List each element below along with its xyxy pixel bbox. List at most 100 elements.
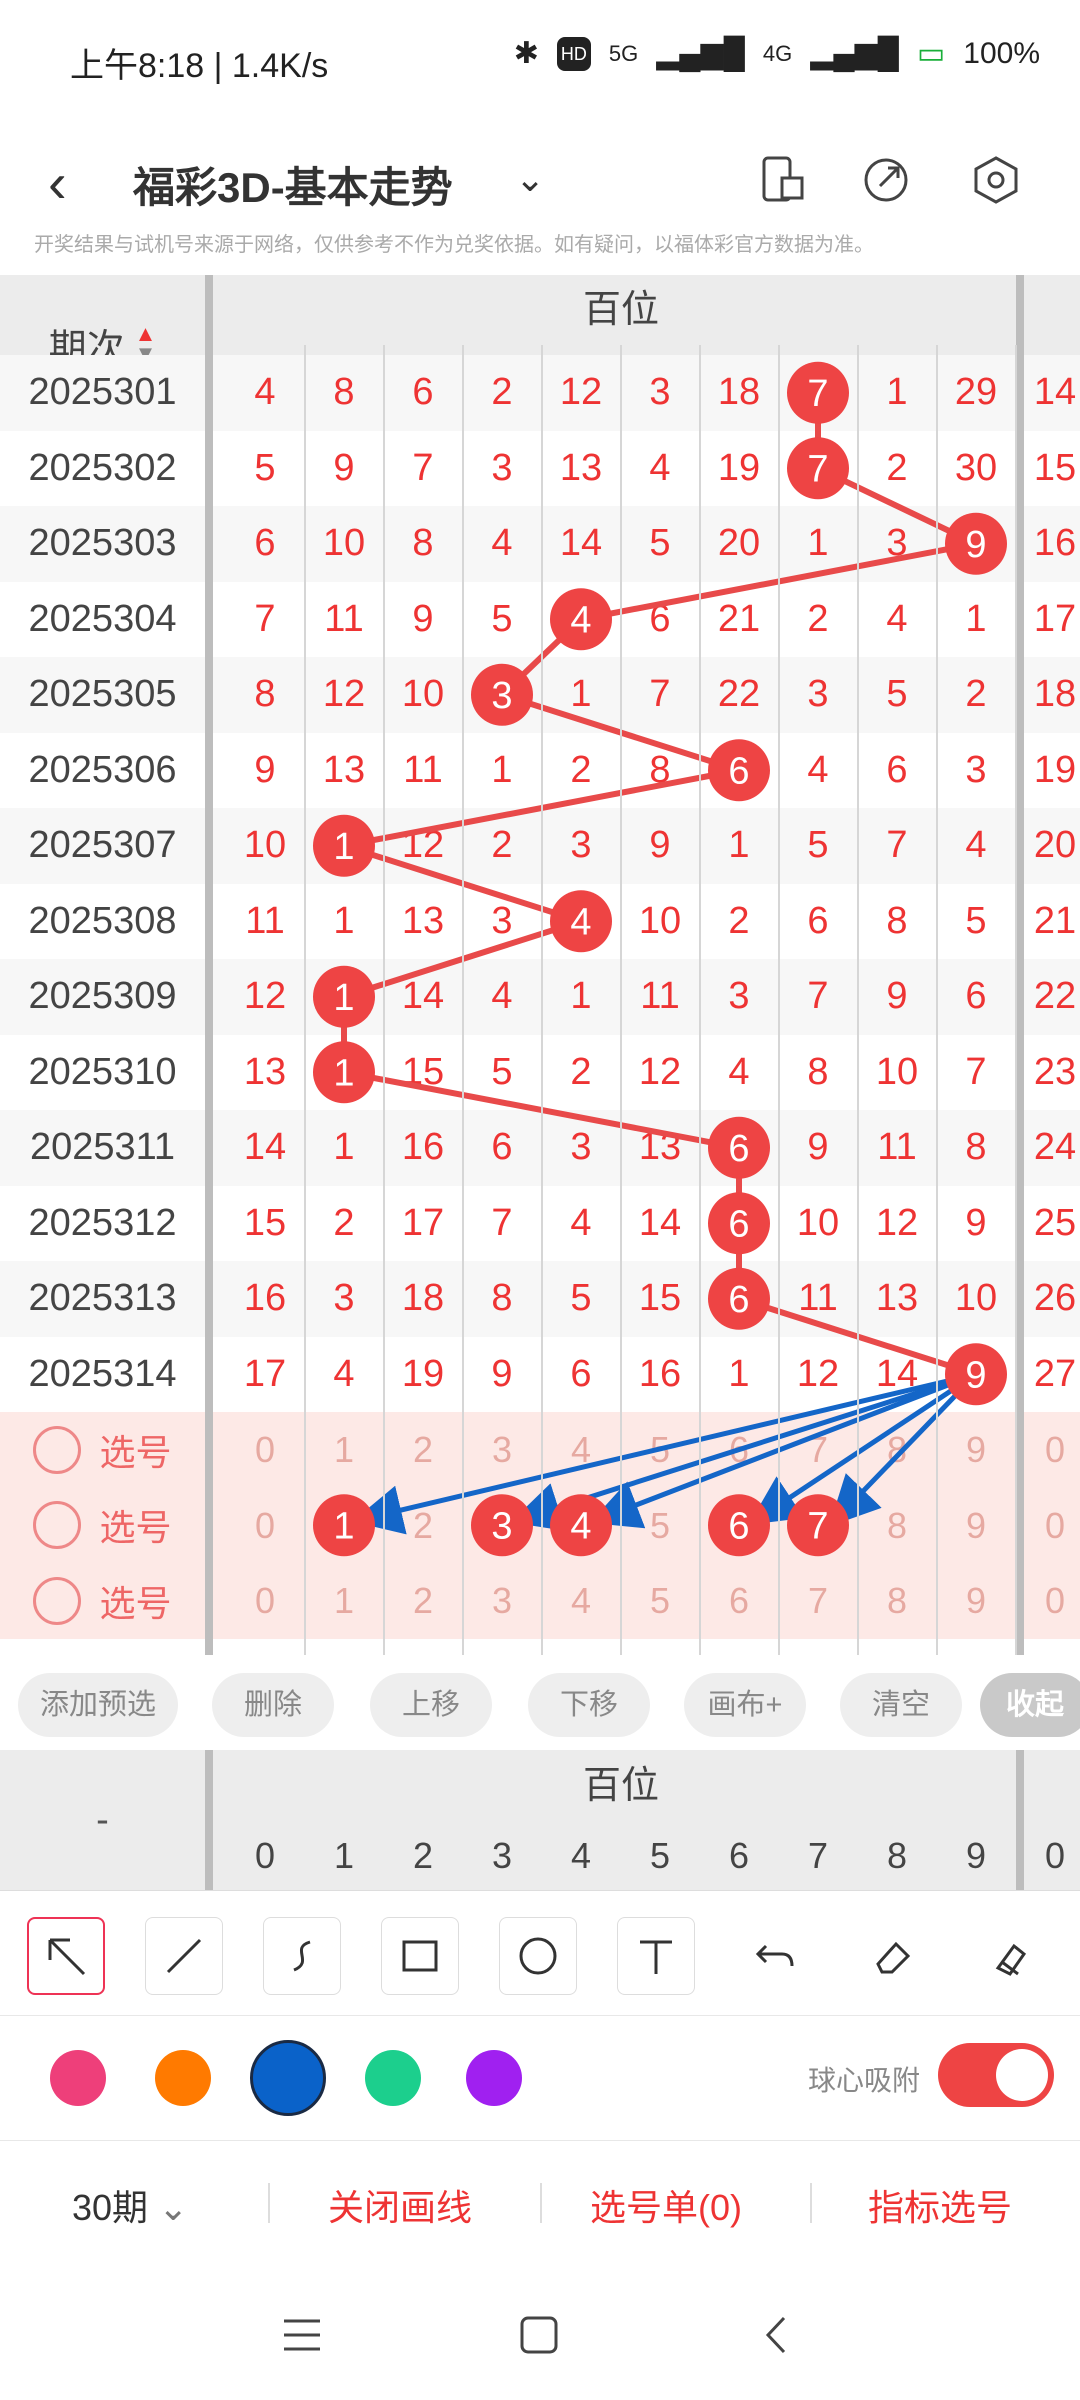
color-swatch[interactable] — [365, 2050, 421, 2106]
action-bar: 添加预选 删除 上移 下移 画布+ 清空 收起 — [0, 1655, 1080, 1755]
color-swatch[interactable] — [50, 2050, 106, 2106]
second_header-digit-7: 7 — [807, 1835, 829, 1876]
blue-arrow — [352, 1371, 977, 1535]
clear-button[interactable]: 清空 — [840, 1673, 962, 1737]
home-icon[interactable] — [518, 2314, 560, 2356]
status-icons: ✱ HD 5G ▂▄▆█ 4G ▂▄▆█ ▭ 100% — [514, 36, 1040, 71]
collapse-button[interactable]: 收起 — [980, 1673, 1080, 1737]
color-swatch[interactable] — [250, 2040, 326, 2116]
battery-icon: ▭ — [916, 37, 946, 70]
add-preselect-button[interactable]: 添加预选 — [18, 1673, 178, 1737]
hit-ball-number: 7 — [807, 448, 828, 490]
settings-icon[interactable] — [966, 150, 1026, 210]
attract-toggle[interactable] — [938, 2043, 1054, 2107]
periods-label: 30期 — [72, 2187, 149, 2228]
undo-tool[interactable] — [735, 1917, 813, 1995]
hit-ball-number: 1 — [333, 977, 354, 1019]
hit-ball-number: 4 — [570, 1505, 591, 1547]
separator — [810, 2183, 812, 2223]
color-palette: 球心吸附 — [0, 2015, 1080, 2140]
column-divider — [1016, 1750, 1024, 1890]
page-title: 福彩3D-基本走势 — [133, 164, 453, 211]
color-swatch[interactable] — [155, 2050, 211, 2106]
second_header-digit-6: 6 — [728, 1835, 750, 1876]
grid-line — [857, 345, 859, 1655]
hd-icon: HD — [556, 36, 591, 71]
clear-tool[interactable] — [971, 1917, 1049, 1995]
hit-ball-number: 6 — [728, 750, 749, 792]
text-tool[interactable] — [617, 1917, 695, 1995]
hit-ball-number: 7 — [807, 373, 828, 415]
phone-icon[interactable] — [752, 150, 812, 210]
hit-ball-number: 6 — [728, 1505, 749, 1547]
bluetooth-icon: ✱ — [513, 37, 539, 70]
signal-icon: ▂▄▆█ — [656, 37, 745, 70]
grid-line — [936, 345, 938, 1655]
back-nav-icon[interactable] — [760, 2314, 790, 2356]
second_header-digit-0: 0 — [254, 1835, 276, 1876]
grid-line — [1015, 345, 1017, 1655]
menu-icon[interactable] — [280, 2315, 324, 2355]
chevron-down-icon: ⌄ — [158, 2187, 189, 2228]
second_header-digit-9: 9 — [965, 1835, 987, 1876]
close-draw-button[interactable]: 关闭画线 — [328, 2179, 472, 2231]
grid-line — [304, 345, 306, 1655]
hit-ball-number: 4 — [570, 599, 591, 641]
hit-ball-number: 1 — [333, 826, 354, 868]
trend-table: 期次 ▲▼ 百位 01234567890 2025301486212318712… — [0, 275, 1080, 1655]
status-bar: 上午8:18 | 1.4K/s ✱ HD 5G ▂▄▆█ 4G ▂▄▆█ ▭ 1… — [0, 0, 1080, 120]
periods-select[interactable]: 30期 ⌄ — [72, 2179, 188, 2231]
delete-button[interactable]: 删除 — [212, 1673, 334, 1737]
second_header-digit-10: 0 — [1044, 1835, 1066, 1876]
signal-5g-label: 5G — [608, 40, 639, 66]
grid-line — [699, 345, 701, 1655]
separator — [268, 2183, 270, 2223]
hit-ball-number: 1 — [333, 1505, 354, 1547]
hit-ball-number: 3 — [491, 1505, 512, 1547]
second-baiwei-header: 百位 — [582, 1765, 659, 1807]
system-nav-bar — [0, 2270, 1080, 2400]
toggle-knob — [996, 2049, 1048, 2101]
chevron-down-icon[interactable]: ⌄ — [515, 158, 545, 200]
grid-line — [462, 345, 464, 1655]
hit-ball-number: 4 — [570, 901, 591, 943]
rect-tool[interactable] — [381, 1917, 459, 1995]
attract-label: 球心吸附 — [808, 2065, 921, 2096]
back-icon[interactable]: ‹ — [48, 150, 67, 215]
grid-line — [778, 345, 780, 1655]
move-down-button[interactable]: 下移 — [528, 1673, 650, 1737]
second_header-digit-2: 2 — [412, 1835, 434, 1876]
trend-lines: 7 7 9 4 3 6 1 4 1 1 6 6 6 9 1 3 4 6 7 — [313, 361, 1007, 1557]
second_header-digit-8: 8 — [886, 1835, 908, 1876]
hit-ball-number: 1 — [333, 1052, 354, 1094]
second_header-digit-1: 1 — [333, 1835, 355, 1876]
second_header-digit-3: 3 — [491, 1835, 513, 1876]
share-icon[interactable] — [856, 150, 916, 210]
second-header: - 百位 0 1 2 3 4 5 6 7 8 9 0 — [0, 1750, 1080, 1890]
hit-ball-number: 6 — [728, 1279, 749, 1321]
bottom-bar: 30期 ⌄ 关闭画线 选号单(0) 指标选号 — [0, 2140, 1080, 2270]
circle-tool[interactable] — [499, 1917, 577, 1995]
hit-ball-number: 9 — [965, 524, 986, 566]
column-divider — [205, 1750, 213, 1890]
drawing-tools — [0, 1890, 1080, 2015]
status-time: 上午8:18 | 1.4K/s — [70, 47, 329, 85]
curve-tool[interactable] — [263, 1917, 341, 1995]
color-swatch[interactable] — [466, 2050, 522, 2106]
eraser-tool[interactable] — [853, 1917, 931, 1995]
hit-ball-number: 3 — [491, 675, 512, 717]
arrow-tool[interactable] — [27, 1917, 105, 1995]
move-up-button[interactable]: 上移 — [370, 1673, 492, 1737]
indicator-pick-button[interactable]: 指标选号 — [868, 2179, 1012, 2231]
grid-line — [383, 345, 385, 1655]
hit-ball-number: 6 — [728, 1203, 749, 1245]
second-header-dash: - — [96, 1799, 109, 1841]
pick-list-button[interactable]: 选号单(0) — [590, 2179, 742, 2231]
notice-text: 开奖结果与试机号来源于网络，仅供参考不作为兑奖依据。如有疑问，以福体彩官方数据为… — [34, 234, 874, 256]
hit-ball-number: 9 — [965, 1354, 986, 1396]
second_header-digit-5: 5 — [649, 1835, 671, 1876]
signal-icon-2: ▂▄▆█ — [810, 37, 899, 70]
line-tool[interactable] — [145, 1917, 223, 1995]
canvas-plus-button[interactable]: 画布+ — [684, 1673, 806, 1737]
grid-line — [620, 345, 622, 1655]
